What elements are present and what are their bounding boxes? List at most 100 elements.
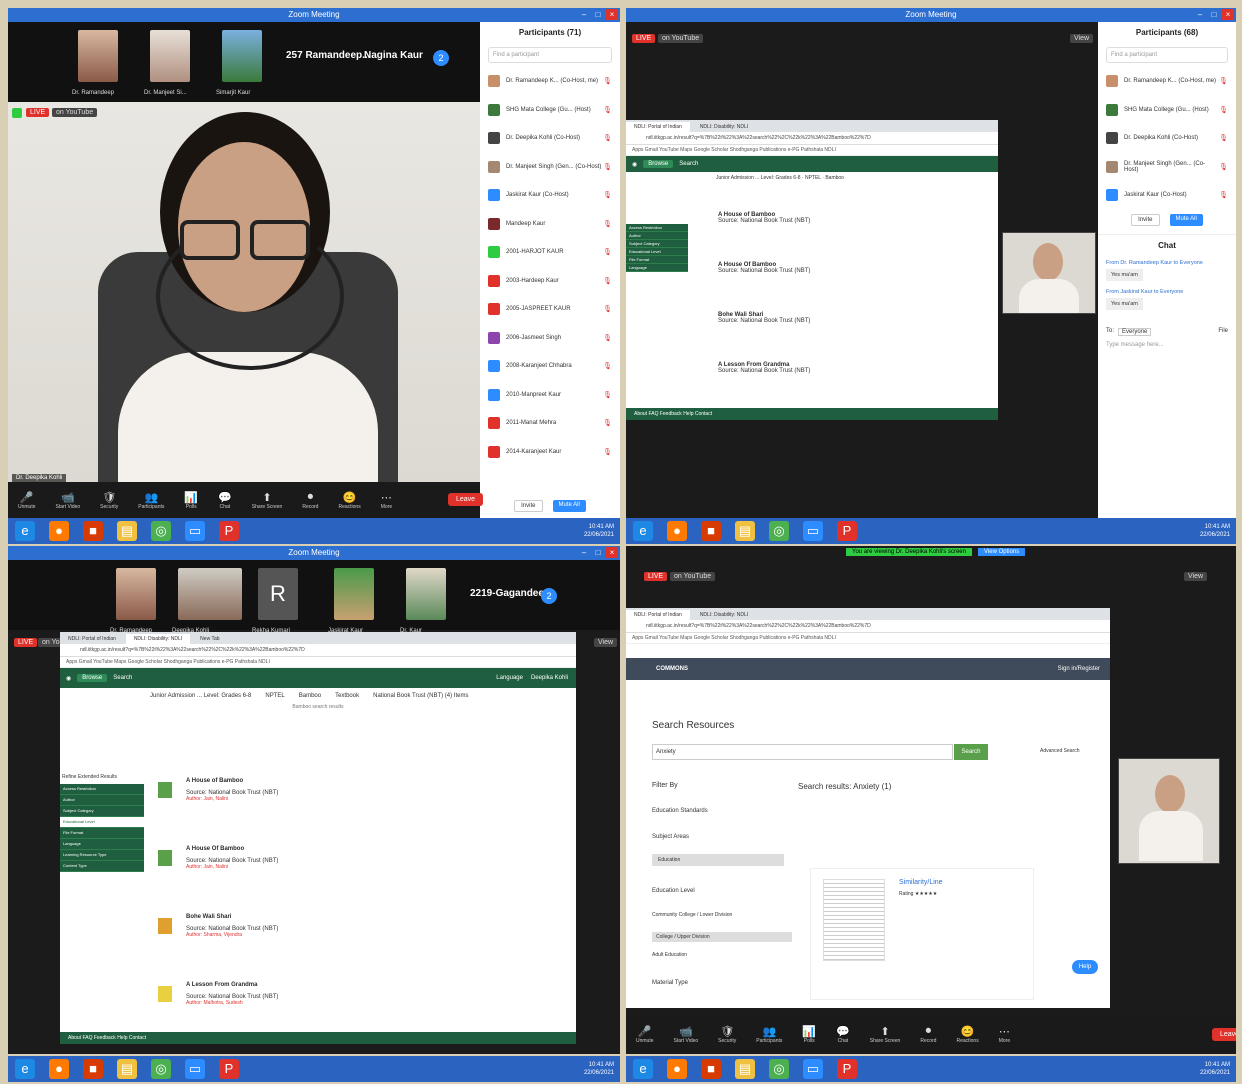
filter-chip[interactable]: National Book Trust (NBT) (4) Items — [373, 688, 468, 704]
mic-muted-icon[interactable]: 🎙 — [603, 163, 612, 171]
office-icon[interactable]: ■ — [701, 521, 721, 541]
leave-button[interactable]: Leave — [448, 493, 484, 506]
mute-all-button[interactable]: Mute All — [552, 500, 586, 512]
browser-tab[interactable]: NDLI: Portal of Indian — [60, 634, 124, 644]
toolbar-participants-button[interactable]: 👥 Participants — [138, 491, 164, 510]
firefox-icon[interactable]: ● — [49, 1059, 69, 1079]
chrome-icon[interactable]: ◎ — [151, 1059, 171, 1079]
participant-row[interactable]: 2001-HARJOT KAUR 🎙 — [480, 238, 620, 267]
participant-thumbnail[interactable]: Simarjit Kaur — [216, 30, 262, 96]
participant-name-tile[interactable]: Nagina Kaur — [364, 50, 423, 61]
result-title[interactable]: A Lesson From Grandma — [186, 982, 278, 988]
firefox-icon[interactable]: ● — [667, 1059, 687, 1079]
office-icon[interactable]: ■ — [83, 1059, 103, 1079]
mic-muted-icon[interactable]: 🎙 — [603, 220, 612, 228]
refine-item[interactable]: Content Type — [60, 861, 144, 872]
invite-button[interactable]: Invite — [514, 500, 543, 512]
pdf-icon[interactable]: P — [837, 521, 857, 541]
result-item[interactable]: Bohe Wali Shari Source: National Book Tr… — [158, 914, 278, 938]
filter-subject-option[interactable]: Education — [652, 854, 784, 866]
search-link[interactable]: Search — [113, 675, 132, 681]
filter-education-level[interactable]: Education Level — [652, 888, 695, 894]
toolbar-polls-button[interactable]: 📊 Polls — [184, 491, 198, 510]
participant-row[interactable]: Dr. Manjeet Singh (Gen... (Co-Host) 🎙 — [480, 153, 620, 182]
filter-education-standards[interactable]: Education Standards — [652, 808, 708, 814]
refine-item[interactable]: Access Restriction — [626, 224, 688, 232]
live-badge[interactable]: LIVE — [14, 638, 38, 647]
mic-muted-icon[interactable]: 🎙 — [603, 391, 612, 399]
browser-tab[interactable]: NDLI: Disability: NDLI — [692, 122, 756, 132]
toolbar-chat-button[interactable]: 💬 Chat — [218, 491, 232, 510]
participant-row[interactable]: Dr. Deepika Kohli (Co-Host) 🎙 — [480, 124, 620, 153]
participant-search-input[interactable]: Find a participant — [1106, 47, 1228, 63]
participant-thumbnail[interactable]: Jaskirat Kaur — [328, 568, 374, 634]
close-button[interactable]: × — [606, 547, 618, 558]
address-bar[interactable]: ndl.iitkgp.ac.in/result?q=%7B%22t%22%3A%… — [626, 132, 998, 145]
minimize-button[interactable]: – — [1194, 9, 1206, 20]
participant-search-input[interactable]: Find a participant — [488, 47, 612, 63]
files-icon[interactable]: ▤ — [117, 1059, 137, 1079]
participant-row[interactable]: 2006-Jasmeet Singh 🎙 — [480, 324, 620, 353]
filter-chip[interactable]: NPTEL — [805, 175, 821, 181]
filter-chip[interactable]: Textbook — [335, 688, 359, 704]
live-platform-label[interactable]: on YouTube — [658, 34, 704, 43]
invite-button[interactable]: Invite — [1131, 213, 1160, 226]
commons-search-button[interactable]: Search — [954, 744, 988, 760]
participant-row[interactable]: Mandeep Kaur 🎙 — [480, 210, 620, 239]
ie-icon[interactable]: e — [633, 521, 653, 541]
browser-tab[interactable]: NDLI: Disability: NDLI — [692, 610, 756, 620]
ie-icon[interactable]: e — [633, 1059, 653, 1079]
refine-item[interactable]: Subject Category — [626, 240, 688, 248]
result-item[interactable]: A Lesson From Grandma Source: National B… — [158, 982, 278, 1006]
ie-icon[interactable]: e — [15, 521, 35, 541]
mic-muted-icon[interactable]: 🎙 — [1219, 134, 1228, 142]
live-badge[interactable]: LIVE — [26, 108, 50, 117]
toolbar-unmute-button[interactable]: 🎤 Unmute — [636, 1025, 654, 1044]
refine-item[interactable]: Language — [626, 264, 688, 272]
participant-row[interactable]: Dr. Ramandeep K... (Co-Host, me) 🎙 — [1098, 67, 1236, 96]
view-button[interactable]: View — [1184, 572, 1208, 581]
office-icon[interactable]: ■ — [83, 521, 103, 541]
result-item[interactable]: A House of Bamboo Source: National Book T… — [718, 212, 810, 224]
files-icon[interactable]: ▤ — [117, 521, 137, 541]
zoom-icon[interactable]: ▭ — [185, 1059, 205, 1079]
participant-row[interactable]: 2014-Karanjeet Kaur 🎙 — [480, 438, 620, 467]
close-button[interactable]: × — [1222, 9, 1234, 20]
toolbar-participants-button[interactable]: 👥 Participants — [756, 1025, 782, 1044]
filter-subject-areas[interactable]: Subject Areas — [652, 834, 689, 840]
shared-screen-browser[interactable]: NDLI: Portal of Indian NDLI: Disability:… — [60, 632, 576, 1044]
more-participants-button[interactable]: 2 — [541, 588, 557, 604]
toolbar-reactions-button[interactable]: 😊 Reactions — [338, 491, 360, 510]
refine-item[interactable]: Subject Category — [60, 806, 144, 817]
system-tray-clock[interactable]: 10:41 AM 22/06/2021 — [584, 1061, 614, 1077]
refine-item[interactable]: Author — [626, 232, 688, 240]
file-button[interactable]: File — [1218, 328, 1228, 336]
level-option[interactable]: Adult Education — [652, 952, 687, 958]
toolbar-share-screen-button[interactable]: ⬆ Share Screen — [870, 1025, 901, 1044]
live-platform-label[interactable]: on YouTube — [52, 108, 98, 117]
result-card-title[interactable]: Similarity/Line — [899, 879, 943, 886]
toolbar-reactions-button[interactable]: 😊 Reactions — [956, 1025, 978, 1044]
refine-item[interactable]: Access Restriction — [60, 784, 144, 795]
participant-row[interactable]: Jaskirat Kaur (Co-Host) 🎙 — [480, 181, 620, 210]
refine-item[interactable]: Author — [60, 795, 144, 806]
toolbar-more-button[interactable]: ⋯ More — [381, 491, 392, 510]
leave-button[interactable]: Leave — [1212, 1028, 1236, 1041]
browser-tab[interactable]: New Tab — [192, 634, 227, 644]
pdf-icon[interactable]: P — [219, 521, 239, 541]
live-badge[interactable]: LIVE — [644, 572, 668, 581]
participant-row[interactable]: Jaskirat Kaur (Co-Host) 🎙 — [1098, 181, 1236, 210]
mic-muted-icon[interactable]: 🎙 — [1219, 163, 1228, 171]
participant-row[interactable]: SHG Mata College (Gu... (Host) 🎙 — [1098, 96, 1236, 125]
browse-menu[interactable]: Browse — [77, 674, 108, 682]
filter-chip[interactable]: NPTEL — [265, 688, 284, 704]
minimize-button[interactable]: – — [578, 547, 590, 558]
live-platform-label[interactable]: on YouTube — [670, 572, 716, 581]
files-icon[interactable]: ▤ — [735, 1059, 755, 1079]
filter-material-type[interactable]: Material Type — [652, 980, 688, 986]
refine-item[interactable]: Language — [60, 839, 144, 850]
participant-row[interactable]: 2005-JASPREET KAUR 🎙 — [480, 295, 620, 324]
chrome-icon[interactable]: ◎ — [151, 521, 171, 541]
refine-item[interactable]: File Format — [626, 256, 688, 264]
mic-muted-icon[interactable]: 🎙 — [603, 191, 612, 199]
